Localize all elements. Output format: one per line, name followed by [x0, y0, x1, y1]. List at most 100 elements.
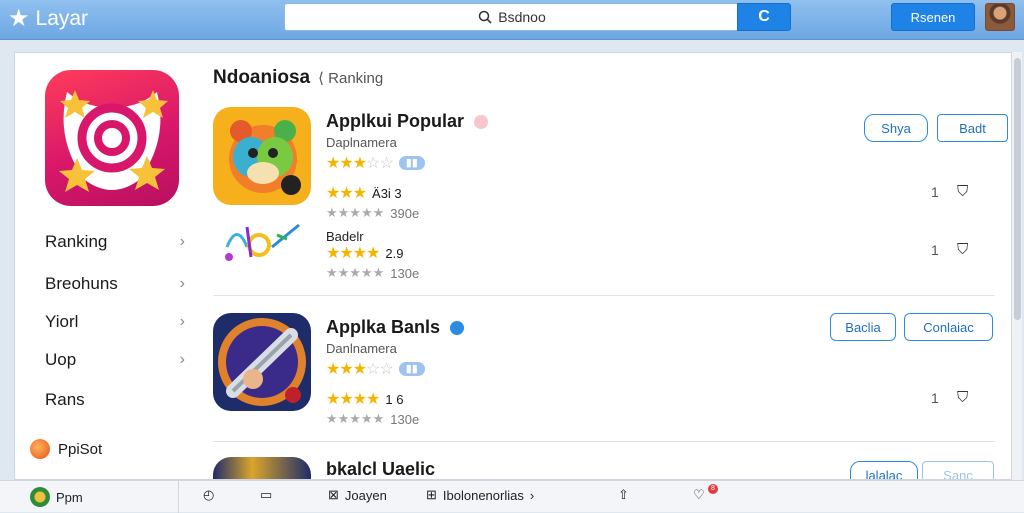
small-star-rating-icon: ★★★★★ [326, 205, 385, 220]
monitor-icon[interactable]: ▭ [260, 487, 272, 503]
clock-icon[interactable]: ◴ [203, 487, 214, 503]
app-card[interactable]: Applka Banls Danlnamera ★★★☆☆ ▮▮ ★★★★ 1 … [213, 313, 995, 433]
chevron-right-icon: › [179, 313, 185, 330]
divider [213, 295, 995, 296]
section-title: Ndoaniosa [213, 67, 311, 88]
app-secondary-button[interactable]: Badt [937, 114, 1008, 142]
bottom-item-joayen[interactable]: ⊠ Joayen [328, 487, 387, 503]
app-primary-button[interactable]: lalalac [850, 461, 918, 479]
small-star-rating-icon: ★★★★★ [326, 265, 385, 280]
votes-row: ★★★★★ 390e [326, 205, 419, 221]
rating-row: ★★★☆☆ ▮▮ [326, 153, 425, 173]
bottom-item-ppm[interactable]: Ppm [30, 487, 83, 507]
notification-badge: 8 [708, 484, 718, 494]
star-icon: ★ [8, 5, 30, 32]
sidebar-item-label: Yiorl [45, 312, 79, 331]
search-icon [478, 10, 492, 24]
app-title[interactable]: bkalcl Uaelic [326, 459, 435, 479]
shield-icon[interactable]: ⛉ [957, 241, 968, 258]
app-primary-button[interactable]: Baclia [830, 313, 896, 341]
avatar[interactable] [985, 3, 1015, 31]
sidebar-footer-item[interactable]: PpiSot [30, 439, 102, 459]
sidebar-item-label: Ranking [45, 232, 108, 251]
app-primary-button[interactable]: Shya [864, 114, 928, 142]
rating-text: 2.9 [385, 245, 404, 261]
sidebar-item-uop[interactable]: Uop › [45, 347, 185, 373]
rating-pill: ▮▮ [398, 362, 425, 376]
game-icon [30, 487, 50, 507]
star-rating-icon: ★★★☆☆ [326, 361, 394, 378]
sidebar-item-label: Breohuns [45, 274, 118, 293]
sub-app-title: Badelr [326, 229, 364, 244]
count-value: 1 [931, 242, 939, 258]
close-icon: ⟨ [318, 70, 329, 87]
grid-icon: ⊞ [426, 487, 437, 502]
main-panel: Ranking › Breohuns › Yiorl › Uop › Rans … [14, 52, 1012, 480]
account-button[interactable]: Rsenen [891, 3, 975, 31]
verified-badge-icon [474, 114, 489, 129]
rating-row: ★★★★ 1 6 [326, 389, 403, 409]
heart-icon[interactable]: ♡ [693, 487, 705, 503]
app-title[interactable]: Applka Banls [326, 317, 465, 338]
votes-text: 130e [390, 265, 420, 281]
share-icon[interactable]: ⇧ [618, 487, 629, 503]
sidebar-item-ranking[interactable]: Ranking › [45, 229, 185, 255]
app-secondary-button[interactable]: Conlaiac [904, 313, 993, 341]
star-rating-icon: ★★★ [326, 185, 367, 202]
sidebar-item-yiorl[interactable]: Yiorl › [45, 309, 185, 335]
search-button[interactable]: C [737, 3, 791, 31]
rating-row: ★★★ Ä3i 3 [326, 183, 402, 203]
star-rating-icon: ★★★☆☆ [326, 155, 394, 172]
count-value: 1 [931, 184, 939, 200]
app-badge-icon [30, 439, 50, 459]
sidebar-item-label: Uop [45, 350, 77, 369]
divider [213, 441, 995, 442]
scrollbar-thumb[interactable] [1014, 58, 1021, 320]
rating-pill: ▮▮ [398, 156, 425, 170]
separator [178, 481, 179, 513]
bottom-bar: Ppm ◴ ▭ ⊠ Joayen ⊞ Ibolonenorlias › ⇧ ♡ [0, 480, 1024, 513]
star-rating-icon: ★★★★ [326, 391, 380, 408]
votes-text: 130e [390, 411, 420, 427]
count-value: 1 [931, 390, 939, 406]
star-rating-icon: ★★★★ [326, 245, 380, 262]
music-app-icon[interactable] [217, 217, 307, 267]
search-value: Bsdnoo [498, 9, 546, 25]
small-star-rating-icon: ★★★★★ [326, 411, 385, 426]
shield-icon[interactable]: ⛉ [957, 389, 968, 406]
votes-row: ★★★★★ 130e [326, 411, 419, 427]
section-subtitle: ⟨ Ranking [318, 70, 384, 87]
wrench-app-icon[interactable] [213, 313, 311, 411]
featured-app-icon[interactable] [45, 70, 179, 206]
app-card[interactable]: bkalcl Uaelic lalalac Sanc [213, 457, 995, 479]
app-title[interactable]: Applkui Popular [326, 111, 489, 132]
sidebar-item-breohuns[interactable]: Breohuns › [45, 271, 185, 297]
sidebar-footer-label: PpiSot [58, 440, 103, 458]
chart-icon: ⊠ [328, 487, 339, 502]
shield-icon[interactable]: ⛉ [957, 183, 968, 200]
votes-row: ★★★★★ 130e [326, 265, 419, 281]
bottom-item-notifications[interactable]: ⊞ Ibolonenorlias › [426, 487, 534, 503]
rating-row: ★★★★ 2.9 [326, 243, 403, 263]
app-developer: Danlnamera [326, 341, 397, 356]
sidebar-item-label: Rans [45, 390, 85, 409]
sidebar-item-rans[interactable]: Rans [45, 387, 185, 413]
rating-text: Ä3i 3 [372, 185, 402, 201]
verified-badge-icon [450, 320, 465, 335]
app-icon-partial[interactable] [213, 457, 311, 479]
search-input[interactable]: Bsdnoo [284, 3, 740, 31]
rating-text: 1 6 [385, 391, 404, 407]
rating-row: ★★★☆☆ ▮▮ [326, 359, 425, 379]
chevron-right-icon: › [179, 275, 185, 292]
app-developer: Daplnamera [326, 135, 397, 150]
app-secondary-button[interactable]: Sanc [922, 461, 994, 479]
app-brand[interactable]: ★ Layar [8, 6, 88, 32]
top-bar: ★ Layar Bsdnoo C Rsenen [0, 0, 1024, 40]
votes-text: 390e [390, 205, 420, 221]
app-card[interactable]: Applkui Popular Daplnamera ★★★☆☆ ▮▮ ★★★ … [213, 107, 1008, 287]
section-header: Ndoaniosa ⟨ Ranking [213, 67, 383, 89]
chevron-right-icon: › [179, 351, 185, 368]
chevron-right-icon: › [529, 487, 535, 503]
app-title: Layar [35, 7, 89, 30]
bear-app-icon[interactable] [213, 107, 311, 205]
